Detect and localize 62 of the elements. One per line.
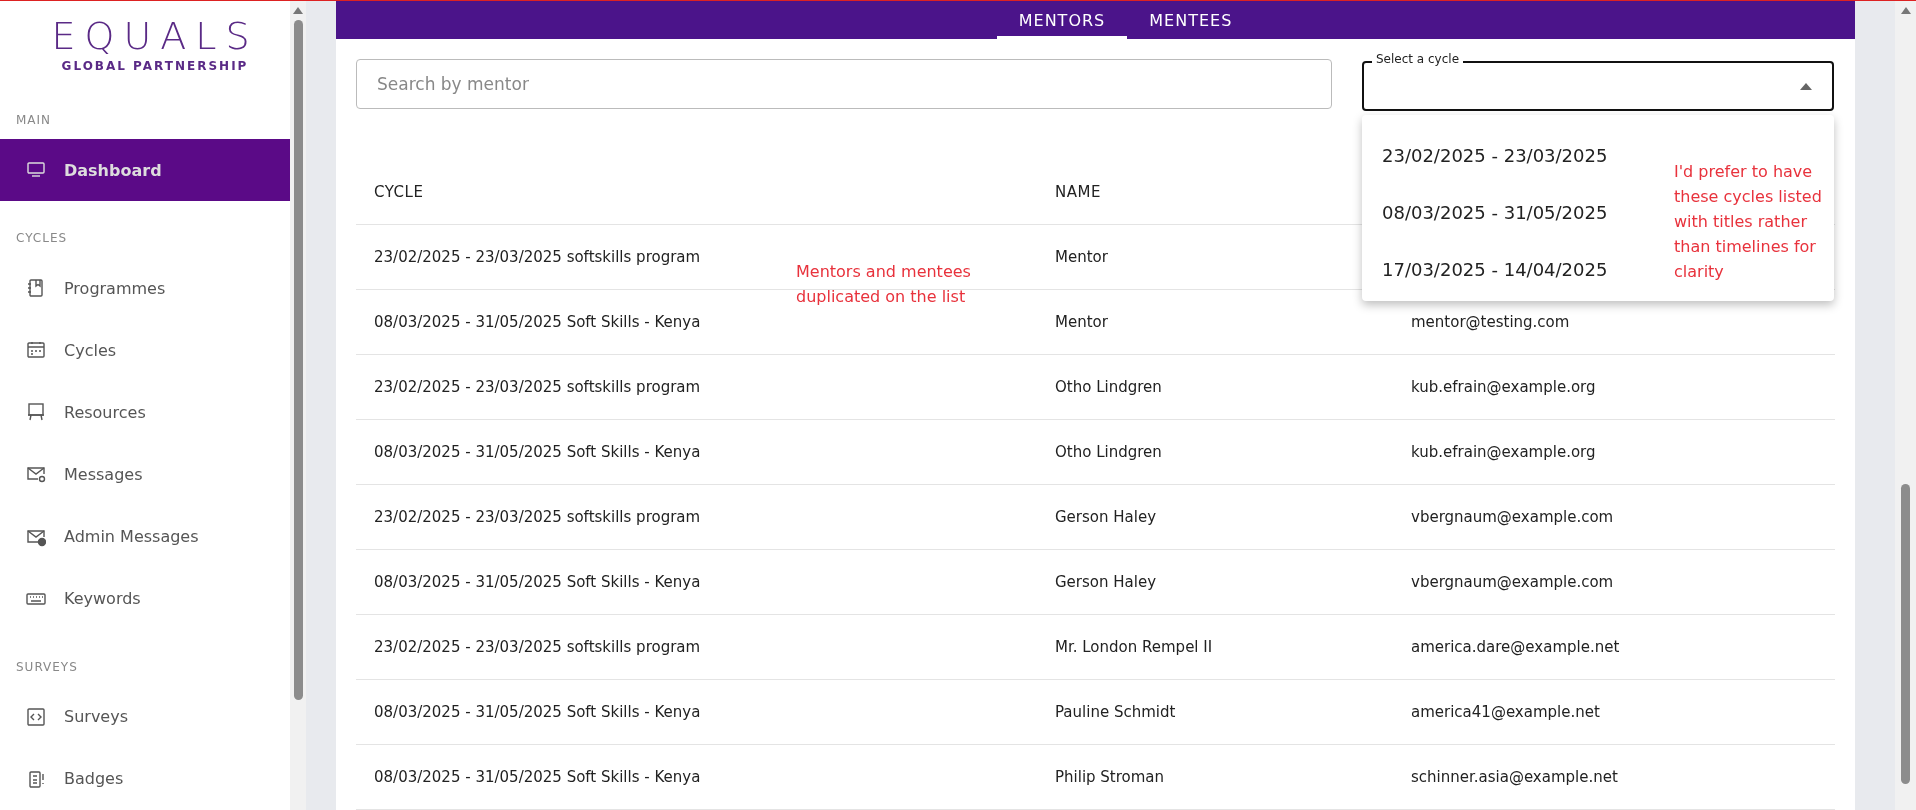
table-cell-text: kub.efrain@example.org xyxy=(1410,378,1597,396)
search-field[interactable]: Search by mentor xyxy=(356,59,1332,109)
sidebar-item[interactable]: Dashboard xyxy=(0,139,290,202)
section-heading: MAIN xyxy=(15,112,53,129)
logo-title: EQUALS xyxy=(51,17,259,55)
table-cell-text: Mentor xyxy=(1054,248,1109,266)
scroll-up-icon[interactable] xyxy=(1900,7,1911,14)
sidebar-item[interactable]: Keywords xyxy=(0,567,290,630)
table-cell-text: schinner.asia@example.net xyxy=(1410,768,1619,786)
annotation-note: Mentors and mentees duplicated on the list xyxy=(796,261,972,308)
scrollbar-thumb[interactable] xyxy=(1901,484,1910,784)
table-cell-text: 08/03/2025 - 31/05/2025 Soft Skills - Kenya xyxy=(373,573,702,591)
notebook-icon xyxy=(26,278,46,299)
sidebar-item[interactable]: Surveys xyxy=(0,685,290,748)
tab[interactable]: MENTORS xyxy=(996,1,1128,39)
sidebar-item[interactable]: Resources xyxy=(0,381,290,444)
calendar-icon xyxy=(26,340,46,361)
column-header: CYCLE xyxy=(373,182,425,201)
table-cell-text: Gerson Haley xyxy=(1054,573,1158,591)
table-cell-text: 08/03/2025 - 31/05/2025 Soft Skills - Kenya xyxy=(373,443,702,461)
table-cell-text: kub.efrain@example.org xyxy=(1410,443,1597,461)
table-cell-text: 23/02/2025 - 23/03/2025 softskills program xyxy=(373,508,702,526)
table-cell-text: 08/03/2025 - 31/05/2025 Soft Skills - Kenya xyxy=(373,313,702,331)
table-cell-text: 23/02/2025 - 23/03/2025 softskills program xyxy=(373,378,702,396)
easel-icon xyxy=(26,402,46,423)
sidebar-item[interactable]: Messages xyxy=(0,443,290,506)
menu-option[interactable]: 08/03/2025 - 31/05/2025 xyxy=(1362,184,1662,241)
mail-icon xyxy=(26,464,46,485)
column-header: NAME xyxy=(1054,182,1102,201)
code-icon xyxy=(26,706,46,727)
scrollbar-thumb[interactable] xyxy=(293,20,303,700)
table-cell-text: Otho Lindgren xyxy=(1054,378,1163,396)
sidebar-item[interactable]: Programmes xyxy=(0,257,290,320)
table-cell-text: 08/03/2025 - 31/05/2025 Soft Skills - Kenya xyxy=(373,703,702,721)
menu-option[interactable]: 17/03/2025 - 14/04/2025 xyxy=(1362,241,1662,298)
section-heading: CYCLES xyxy=(15,230,69,248)
section-heading: SURVEYS xyxy=(15,658,79,676)
table-cell-text: 08/03/2025 - 31/05/2025 Soft Skills - Kenya xyxy=(373,768,702,786)
table-cell-text: america.dare@example.net xyxy=(1410,638,1621,656)
table-cell-text: Otho Lindgren xyxy=(1054,443,1163,461)
annotation-note: I'd prefer to have these cycles listed with titles rather than timelines for clarity xyxy=(1674,161,1823,283)
table-cell-text: Mentor xyxy=(1054,313,1109,331)
table-cell-text: america41@example.net xyxy=(1410,703,1601,721)
tab[interactable]: MENTEES xyxy=(1127,1,1255,39)
table-cell-text: Mr. London Rempel II xyxy=(1054,638,1214,656)
table-cell-text: 23/02/2025 - 23/03/2025 softskills program xyxy=(373,638,702,656)
caret-icon xyxy=(1800,83,1812,90)
logo-subtitle: GLOBAL PARTNERSHIP xyxy=(61,59,249,73)
scroll-up-icon[interactable] xyxy=(293,7,303,14)
table-cell-text: Philip Stroman xyxy=(1054,768,1166,786)
table-cell-text: vbergnaum@example.com xyxy=(1410,573,1615,591)
badge-icon xyxy=(26,768,46,789)
table-cell-text: mentor@testing.com xyxy=(1410,313,1571,331)
table-cell-text: vbergnaum@example.com xyxy=(1410,508,1615,526)
sidebar-item[interactable]: Admin Messages xyxy=(0,505,290,568)
sidebar-item[interactable]: Badges xyxy=(0,747,290,810)
table-cell-text: 23/02/2025 - 23/03/2025 softskills program xyxy=(373,248,702,266)
table-cell-text: Gerson Haley xyxy=(1054,508,1158,526)
sidebar-item[interactable]: Cycles xyxy=(0,319,290,382)
table-cell-text: Pauline Schmidt xyxy=(1054,703,1177,721)
menu-option[interactable]: 23/02/2025 - 23/03/2025 xyxy=(1362,127,1662,184)
field-label: Select a cycle xyxy=(1372,52,1463,66)
